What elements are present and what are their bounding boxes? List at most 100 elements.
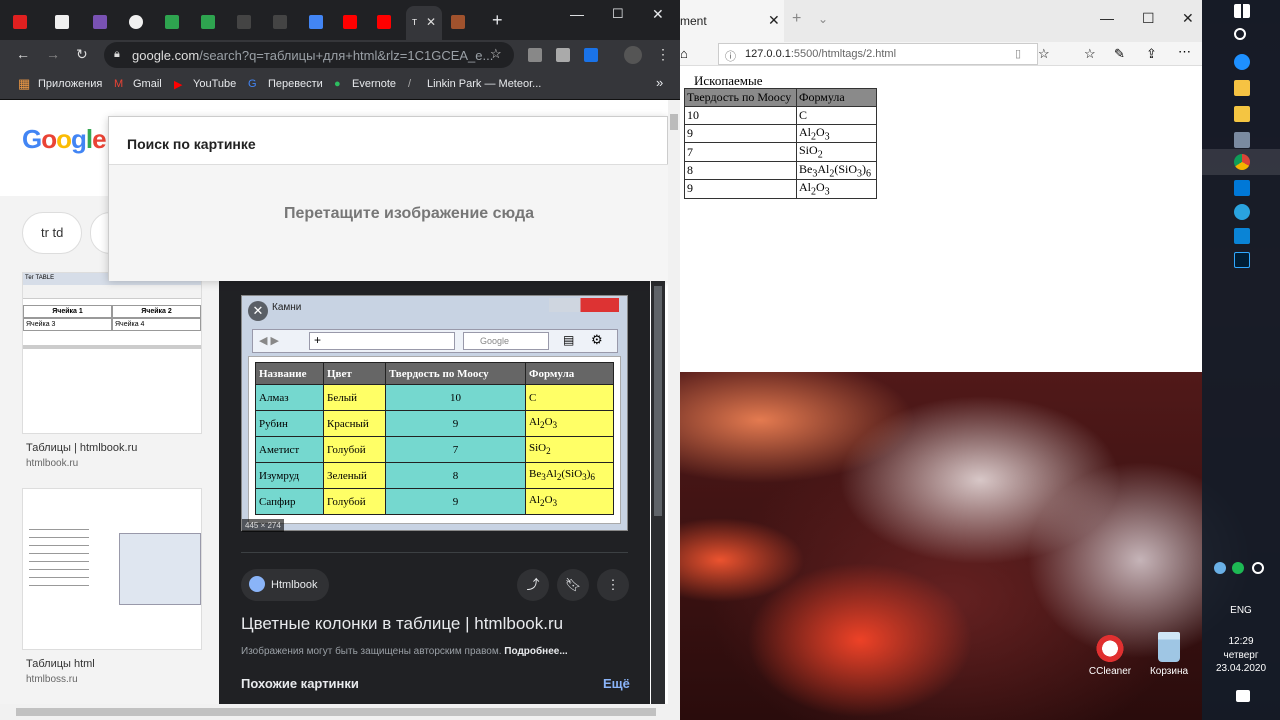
spotify-icon[interactable] <box>1232 562 1244 574</box>
bookmarks-bar: ▦ Приложения M Gmail ▶ YouTube G Перевес… <box>0 70 680 100</box>
image-preview-panel: ✕ Камни ◀ ▶ + Google ▤ ⚙ Название Цвет Т… <box>219 280 650 704</box>
telegram-icon[interactable] <box>1234 204 1250 220</box>
page-menu-icon: ▤ <box>563 333 575 347</box>
active-tab[interactable]: т ✕ <box>406 6 442 40</box>
save-button[interactable]: 🔖︎ <box>557 569 589 601</box>
maximize-icon[interactable]: ☐ <box>1142 10 1155 27</box>
more-vert-icon: ⋮ <box>606 577 620 592</box>
source-chip[interactable]: Htmlbook <box>241 569 329 601</box>
tray-app-icon[interactable] <box>1214 562 1226 574</box>
home-icon[interactable]: ⌂ <box>680 46 688 61</box>
result-caption[interactable]: Таблицы html <box>26 658 95 670</box>
chrome-icon[interactable] <box>1234 154 1250 170</box>
extension-icon[interactable] <box>528 48 542 62</box>
close-tab-icon[interactable]: ✕ <box>768 12 780 29</box>
bookmark-translate[interactable]: Перевести <box>268 78 323 90</box>
tab-3[interactable] <box>86 8 114 36</box>
back-icon[interactable]: ← <box>16 46 30 62</box>
tab-8[interactable] <box>266 8 294 36</box>
tab-4[interactable] <box>122 8 150 36</box>
google-logo[interactable]: Google <box>22 124 107 155</box>
related-chip[interactable]: tr td <box>22 212 82 254</box>
tab-favicon-icon <box>273 15 287 29</box>
result-title[interactable]: Цветные колонки в таблице | htmlbook.ru <box>241 614 563 634</box>
share-button[interactable]: ⤴ <box>517 569 549 601</box>
reading-view-icon[interactable]: ▯ <box>1015 47 1021 60</box>
new-tab-button[interactable]: + <box>492 10 503 31</box>
bookmark-youtube[interactable]: YouTube <box>193 78 236 90</box>
image-drop-zone[interactable]: Перетащите изображение сюда <box>109 165 669 281</box>
favorite-star-icon[interactable]: ☆ <box>1038 46 1050 62</box>
desktop-icon-ccleaner[interactable]: CCleaner <box>1082 632 1138 677</box>
search-icon[interactable] <box>1234 28 1246 40</box>
mail-icon[interactable] <box>1234 180 1250 196</box>
volume-icon[interactable] <box>1252 562 1264 574</box>
close-icon[interactable]: ✕ <box>652 6 664 23</box>
edge-tab[interactable]: ment ✕ <box>676 0 784 42</box>
menu-dots-icon[interactable]: ⋮ <box>656 46 670 63</box>
tab-6[interactable] <box>194 8 222 36</box>
similar-images-heading: Похожие картинки <box>241 676 359 691</box>
divider <box>241 552 628 553</box>
bookmark-linkin-park[interactable]: Linkin Park — Meteor... <box>427 78 541 90</box>
forward-icon[interactable]: → <box>46 46 60 62</box>
notifications-icon[interactable] <box>1236 690 1250 702</box>
tab-1[interactable] <box>6 8 34 36</box>
close-icon[interactable]: ✕ <box>1182 10 1194 27</box>
photoshop-icon[interactable] <box>1234 252 1250 268</box>
page-vertical-scrollbar[interactable] <box>668 100 680 704</box>
bookmark-icon: 🔖︎ <box>564 577 582 592</box>
result-caption[interactable]: Таблицы | htmlbook.ru <box>26 442 137 454</box>
language-indicator[interactable]: ENG <box>1202 605 1280 616</box>
edge-icon[interactable] <box>1234 54 1250 70</box>
tab-10[interactable] <box>336 8 364 36</box>
copyright-note: Изображения могут быть защищены авторски… <box>241 646 568 657</box>
tab-12[interactable] <box>444 8 472 36</box>
reload-icon[interactable]: ↻ <box>76 46 88 63</box>
tab-9[interactable] <box>302 8 330 36</box>
extension-icon[interactable] <box>556 48 570 62</box>
new-tab-icon[interactable]: + <box>792 10 801 28</box>
result-thumbnail[interactable]: Тег TABLE Ячейка 1 Ячейка 2 Ячейка 3 Яче… <box>22 272 202 434</box>
detail-scrollbar[interactable] <box>651 280 665 704</box>
file-explorer-icon[interactable] <box>1234 80 1250 96</box>
clock-time[interactable]: 12:29 <box>1202 636 1280 647</box>
more-info-link[interactable]: Подробнее... <box>504 646 567 657</box>
windows-start-icon[interactable] <box>1234 4 1250 18</box>
favorites-hub-icon[interactable]: ☆ <box>1084 46 1096 62</box>
preview-image[interactable]: ✕ Камни ◀ ▶ + Google ▤ ⚙ Название Цвет Т… <box>241 295 628 532</box>
photos-icon[interactable] <box>1234 132 1250 148</box>
avatar[interactable] <box>624 46 642 64</box>
minimize-icon[interactable]: — <box>1100 10 1114 26</box>
bookmark-gmail[interactable]: Gmail <box>133 78 162 90</box>
more-button[interactable]: ⋮ <box>597 569 629 601</box>
close-preview-button[interactable]: ✕ <box>248 301 268 321</box>
tab-favicon-icon <box>129 15 143 29</box>
desktop-icon-recycle-bin[interactable]: Корзина <box>1141 632 1197 677</box>
vscode-icon[interactable] <box>1234 228 1250 244</box>
chevron-down-icon[interactable]: ⌄ <box>818 12 828 26</box>
edge-address-bar[interactable]: ⓘ 127.0.0.1:5500/htmltags/2.html ▯ <box>718 43 1038 65</box>
more-bookmarks-button[interactable]: » <box>656 75 663 90</box>
close-tab-icon[interactable]: ✕ <box>426 15 436 29</box>
more-icon[interactable]: ⋯ <box>1178 44 1191 60</box>
table-caption: Ископаемые <box>694 73 763 88</box>
bookmark-evernote[interactable]: Evernote <box>352 78 396 90</box>
see-all-link[interactable]: Ещё <box>603 676 630 691</box>
pen-icon[interactable]: ✎ <box>1114 46 1125 62</box>
share-icon[interactable]: ⇪ <box>1146 46 1157 62</box>
tab-5[interactable] <box>158 8 186 36</box>
tab-11[interactable] <box>370 8 398 36</box>
image-dimensions: 445 × 274 <box>242 519 284 532</box>
result-thumbnail[interactable] <box>22 488 202 650</box>
tab-2[interactable] <box>48 8 76 36</box>
tab-7[interactable] <box>230 8 258 36</box>
bookmark-star-icon[interactable]: ☆ <box>490 46 502 62</box>
store-icon[interactable] <box>1234 106 1250 122</box>
extension-icon[interactable] <box>584 48 598 62</box>
page-horizontal-scrollbar[interactable] <box>0 704 680 720</box>
bookmark-apps[interactable]: Приложения <box>38 78 102 90</box>
minimize-icon[interactable]: — <box>570 6 584 22</box>
address-bar[interactable]: 🔒︎ google.com/search?q=таблицы+для+html&… <box>104 42 514 68</box>
maximize-icon[interactable]: ☐ <box>612 6 624 22</box>
